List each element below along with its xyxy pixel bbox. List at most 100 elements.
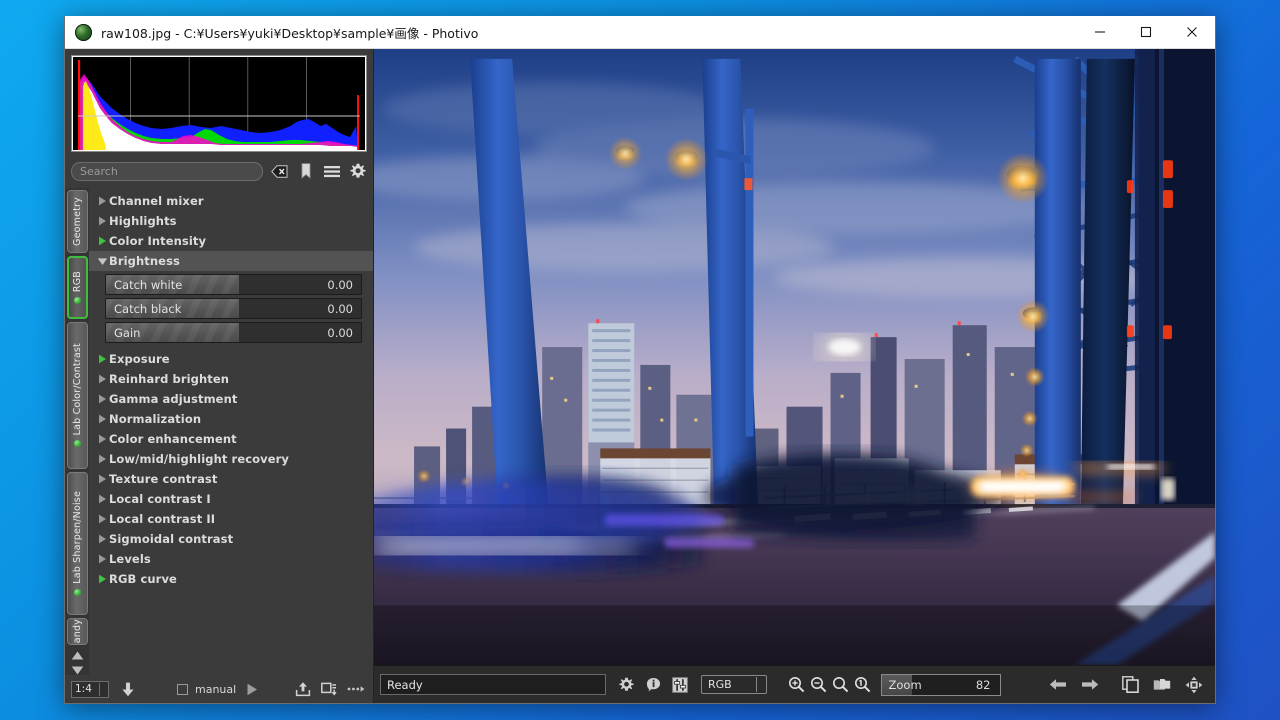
channels-icon[interactable] — [669, 674, 691, 696]
chevron-right-icon — [95, 236, 109, 246]
colorspace-select[interactable]: RGB — [701, 675, 767, 694]
settings-gear-icon[interactable] — [348, 162, 367, 180]
settings-gear-icon[interactable] — [615, 674, 637, 696]
slider-catch-black[interactable]: Catch black 0.00 — [105, 298, 362, 319]
zoom-fit-icon[interactable] — [830, 674, 852, 696]
slider-gain[interactable]: Gain 0.00 — [105, 322, 362, 343]
minimize-button[interactable] — [1077, 16, 1123, 49]
duplicate-icon[interactable] — [1119, 674, 1141, 696]
tool-label: RGB curve — [109, 572, 177, 586]
run-now-play-icon[interactable] — [246, 683, 258, 696]
photivo-window: raw108.jpg - C:¥Users¥yuki¥Desktop¥sampl… — [64, 16, 1216, 704]
export-upload-icon[interactable] — [295, 681, 311, 697]
photivo-app-icon — [75, 23, 92, 41]
sidebar-tab-rgb[interactable]: RGB — [66, 255, 88, 319]
clear-search-icon[interactable] — [270, 162, 289, 180]
previous-arrow-icon[interactable] — [1047, 674, 1069, 696]
window-controls — [1077, 16, 1215, 49]
zoom-100-icon[interactable] — [852, 674, 874, 696]
tool-label: Color enhancement — [109, 432, 237, 446]
tool-label: Highlights — [109, 214, 177, 228]
tab-label: andy — [71, 619, 83, 644]
tool-label: Texture contrast — [109, 472, 218, 486]
tool-label: Color Intensity — [109, 234, 207, 248]
chevron-right-icon — [95, 354, 109, 364]
tool-low-mid-highlight-recovery[interactable]: Low/mid/highlight recovery — [89, 449, 373, 469]
bridge-night-cityscape-photo[interactable] — [374, 49, 1215, 665]
sidebar-tab-geometry[interactable]: Geometry — [66, 190, 88, 253]
manual-label: manual — [195, 682, 237, 696]
chevron-right-icon — [95, 414, 109, 424]
zoom-out-icon[interactable] — [808, 674, 830, 696]
chevron-right-icon — [95, 514, 109, 524]
tool-highlights[interactable]: Highlights — [89, 211, 373, 231]
manual-checkbox[interactable] — [177, 683, 188, 695]
tool-texture-contrast[interactable]: Texture contrast — [89, 469, 373, 489]
chevron-right-icon — [95, 494, 109, 504]
sidebar-tab-eyecandy[interactable]: andy — [66, 617, 88, 645]
search-input[interactable] — [71, 161, 263, 181]
tool-sigmoidal-contrast[interactable]: Sigmoidal contrast — [89, 529, 373, 549]
tool-local-contrast-2[interactable]: Local contrast II — [89, 509, 373, 529]
tool-brightness[interactable]: Brightness — [89, 251, 373, 271]
tool-exposure[interactable]: Exposure — [89, 349, 373, 369]
tool-local-contrast-1[interactable]: Local contrast I — [89, 489, 373, 509]
tab-label: Lab Sharpen/Noise — [71, 490, 83, 584]
pipeline-toolbar: 1:4 manual — [65, 675, 373, 703]
chevron-right-icon — [95, 216, 109, 226]
tool-label: Sigmoidal contrast — [109, 532, 234, 546]
run-pipeline-icon[interactable] — [121, 682, 135, 697]
tool-reinhard-brighten[interactable]: Reinhard brighten — [89, 369, 373, 389]
zoom-slider[interactable]: Zoom 82 — [880, 673, 1001, 696]
tool-rgb-curve[interactable]: RGB curve — [89, 569, 373, 589]
active-indicator-dot — [73, 440, 81, 448]
slider-value: 0.00 — [327, 325, 353, 340]
navigation-arrows — [1047, 674, 1101, 696]
pipeline-size-select[interactable]: 1:4 — [71, 680, 109, 698]
tool-label: Levels — [109, 552, 151, 566]
tool-label: Channel mixer — [109, 194, 204, 208]
tab-scroll-controls — [71, 651, 84, 675]
pan-move-icon[interactable] — [1183, 674, 1205, 696]
folder-icon[interactable] — [1151, 674, 1173, 696]
tab-label: RGB — [71, 270, 83, 292]
tool-levels[interactable]: Levels — [89, 549, 373, 569]
tool-gamma-adjustment[interactable]: Gamma adjustment — [89, 389, 373, 409]
window-title: raw108.jpg - C:¥Users¥yuki¥Desktop¥sampl… — [101, 25, 479, 41]
maximize-button[interactable] — [1123, 16, 1169, 49]
menu-icon[interactable] — [322, 162, 341, 180]
batch-download-icon[interactable] — [321, 681, 337, 697]
slider-value: 0.00 — [327, 277, 353, 292]
tool-normalization[interactable]: Normalization — [89, 409, 373, 429]
bookmark-icon[interactable] — [296, 162, 315, 180]
scroll-up-arrow-icon[interactable] — [71, 651, 84, 660]
left-panel: Geometry RGB Lab Color/Contrast Lab Shar… — [65, 49, 374, 703]
chevron-right-icon — [95, 196, 109, 206]
tool-color-enhancement[interactable]: Color enhancement — [89, 429, 373, 449]
zoom-value: 82 — [975, 677, 991, 692]
tool-label: Low/mid/highlight recovery — [109, 452, 290, 466]
sidebar-tab-lab-sharpen-noise[interactable]: Lab Sharpen/Noise — [66, 471, 88, 615]
tool-color-intensity[interactable]: Color Intensity — [89, 231, 373, 251]
tool-label: Normalization — [109, 412, 202, 426]
slider-value: 0.00 — [327, 301, 353, 316]
scroll-down-arrow-icon[interactable] — [71, 666, 84, 675]
slider-catch-white[interactable]: Catch white 0.00 — [105, 274, 362, 295]
info-icon[interactable] — [642, 674, 664, 696]
status-message: Ready — [380, 674, 606, 695]
zoom-in-icon[interactable] — [786, 674, 808, 696]
slider-label: Gain — [114, 325, 141, 340]
rgb-histogram[interactable] — [71, 55, 367, 152]
active-indicator-dot — [73, 296, 81, 304]
more-dots-icon[interactable] — [347, 684, 365, 694]
tool-list: Channel mixer Highlights Color Intensity — [89, 188, 373, 675]
tool-label: Brightness — [109, 254, 180, 268]
chevron-down-icon — [95, 257, 109, 266]
sidebar-tab-lab-color-contrast[interactable]: Lab Color/Contrast — [66, 321, 88, 469]
close-button[interactable] — [1169, 16, 1215, 49]
tab-label: Geometry — [71, 197, 83, 246]
search-toolbar — [71, 158, 367, 184]
tool-channel-mixer[interactable]: Channel mixer — [89, 191, 373, 211]
zoom-label: Zoom — [888, 677, 922, 692]
next-arrow-icon[interactable] — [1079, 674, 1101, 696]
